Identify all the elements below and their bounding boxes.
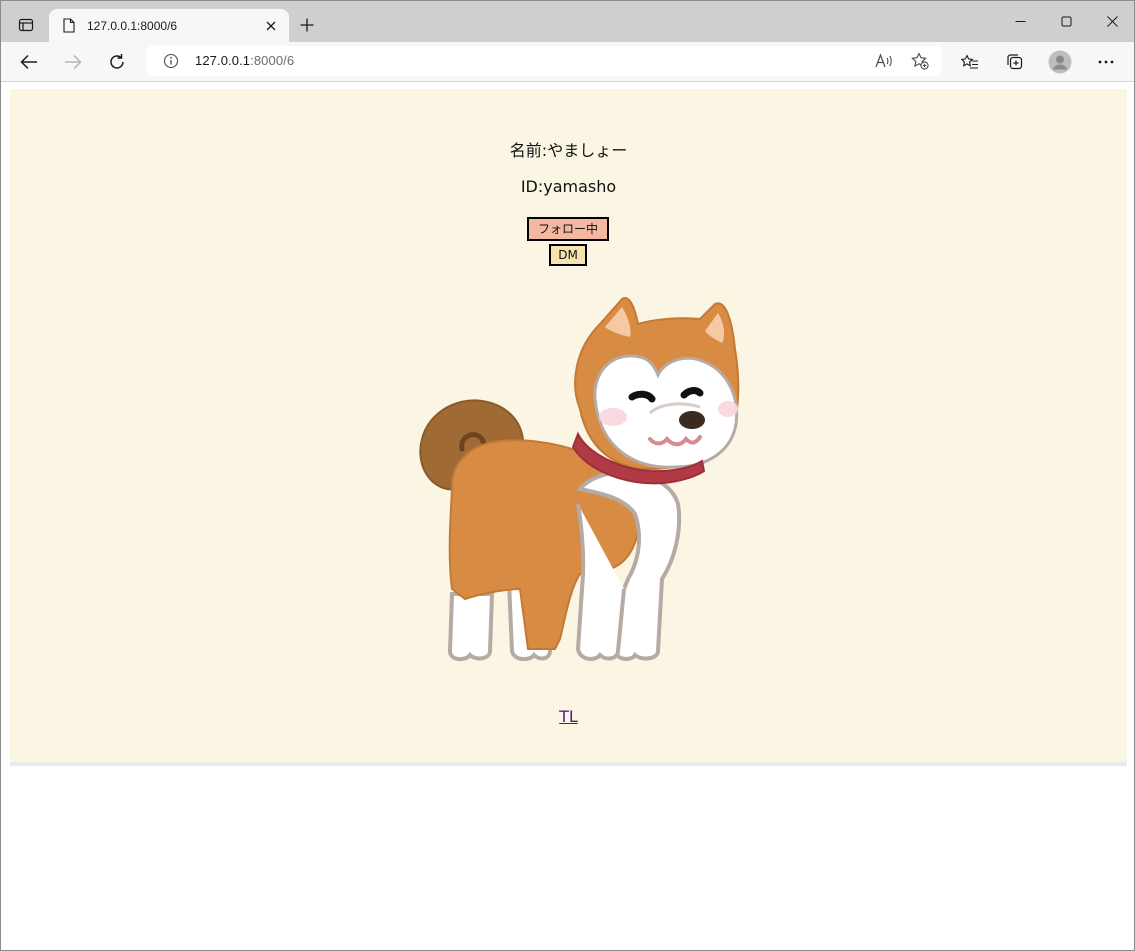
tab-title: 127.0.0.1:8000/6 [87,18,178,33]
favorites-icon[interactable] [954,46,986,78]
profile-container: 名前:やましょー ID:yamasho フォロー中 DM TL [10,89,1127,762]
page-icon [61,18,77,34]
tab-strip: 127.0.0.1:8000/6 [1,1,1134,42]
close-window-icon[interactable] [1089,5,1134,37]
add-favorite-icon[interactable] [906,48,934,74]
profile-avatar-icon[interactable] [1044,46,1076,78]
url-text: 127.0.0.1:8000/6 [195,53,294,68]
new-tab-icon[interactable] [294,12,320,38]
url-host: 127.0.0.1 [195,53,251,68]
back-icon[interactable] [13,46,45,78]
follow-button[interactable]: フォロー中 [527,217,609,241]
more-options-icon[interactable] [1090,46,1122,78]
akita-dog-illustration [419,297,740,662]
browser-toolbar: 127.0.0.1:8000/6 [1,42,1134,82]
refresh-icon[interactable] [101,46,133,78]
read-aloud-icon[interactable] [870,48,898,74]
address-bar[interactable]: 127.0.0.1:8000/6 [146,46,942,76]
url-path: :8000/6 [250,53,295,68]
minimize-icon[interactable] [997,5,1043,37]
profile-name: 名前:やましょー [509,141,628,160]
page-viewport: 名前:やましょー ID:yamasho フォロー中 DM TL [1,82,1134,950]
tab-actions-icon[interactable] [11,11,41,39]
profile-id: ID:yamasho [520,177,617,196]
browser-window: 127.0.0.1:8000/6 127.0.0.1:8000/6 名前:やまし… [0,0,1135,951]
dm-button[interactable]: DM [549,244,587,266]
close-tab-icon[interactable] [259,14,283,38]
maximize-icon[interactable] [1043,5,1089,37]
page-bottom-rule [10,762,1127,766]
tl-link[interactable]: TL [10,707,1127,726]
forward-icon[interactable] [57,46,89,78]
site-info-icon[interactable] [163,53,179,69]
tab-active[interactable]: 127.0.0.1:8000/6 [49,9,289,42]
collections-icon[interactable] [999,46,1031,78]
